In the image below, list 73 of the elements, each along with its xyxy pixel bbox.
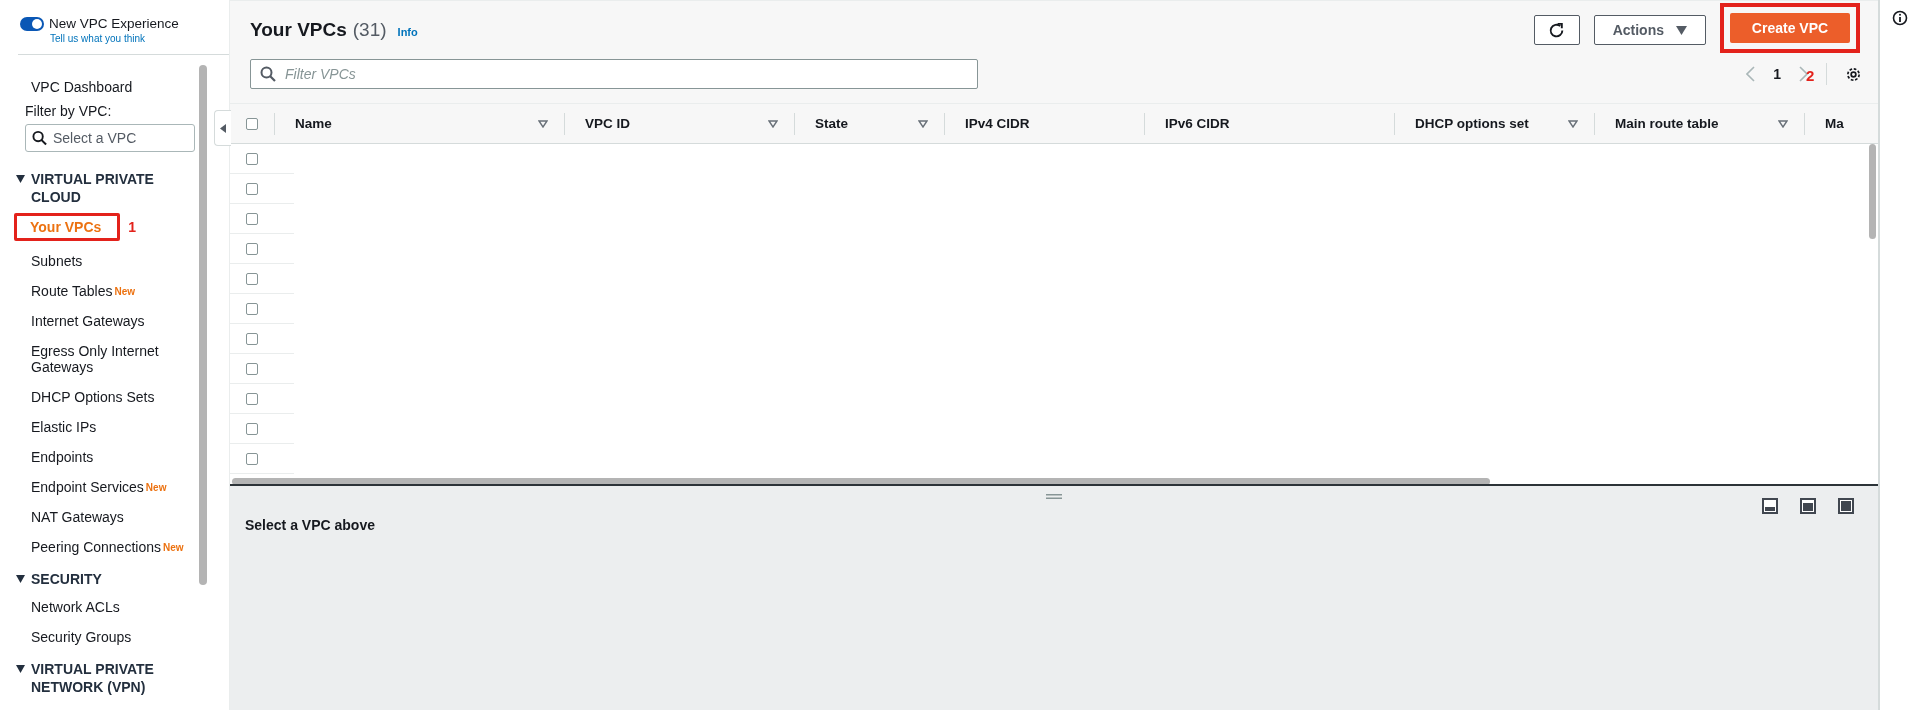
section-heading[interactable]: VIRTUAL PRIVATE CLOUD	[31, 170, 176, 206]
annotation-number: 1	[128, 219, 137, 235]
caret-down-icon[interactable]	[16, 665, 25, 673]
refresh-icon	[1548, 21, 1566, 39]
nav-link[interactable]: Subnets	[0, 246, 181, 276]
new-label: New	[114, 285, 136, 297]
column-header[interactable]: State	[794, 112, 944, 135]
new-label: New	[163, 541, 184, 553]
info-link[interactable]: Info	[397, 26, 418, 38]
nav-link[interactable]: VPC Dashboard	[0, 72, 181, 103]
caret-left-icon	[220, 123, 226, 133]
sort-icon[interactable]	[538, 119, 548, 128]
row-checkbox[interactable]	[246, 182, 258, 195]
column-header[interactable]: Main route table	[1594, 112, 1804, 135]
drag-handle-icon[interactable]	[1046, 494, 1062, 499]
feedback-link[interactable]: Tell us what you think	[50, 33, 229, 44]
row-checkbox[interactable]	[246, 272, 258, 285]
actions-button[interactable]: Actions	[1593, 15, 1706, 45]
nav-link[interactable]: Endpoints	[0, 442, 181, 472]
row-checkbox[interactable]	[246, 392, 258, 405]
toggle-label: New VPC Experience	[49, 16, 179, 31]
scrollbar-thumb[interactable]	[232, 477, 1490, 484]
caret-down-icon[interactable]	[16, 175, 25, 183]
row-checkbox[interactable]	[246, 242, 258, 255]
vpc-count: (31)	[352, 19, 387, 41]
annotation-number: 2	[1806, 67, 1815, 84]
nav-link[interactable]: Elastic IPs	[0, 412, 181, 442]
column-header[interactable]: IPv6 CIDR	[1144, 112, 1394, 135]
sort-icon[interactable]	[768, 119, 778, 128]
column-header[interactable]: Ma	[1804, 112, 1864, 135]
collapse-button[interactable]	[214, 110, 231, 146]
nav-link[interactable]: Internet Gateways	[0, 306, 181, 336]
panel-medium-icon[interactable]	[1800, 498, 1816, 514]
chevron-right-icon[interactable]	[1799, 66, 1808, 82]
nav-link[interactable]: Egress Only Internet Gateways	[0, 336, 181, 382]
refresh-button[interactable]	[1533, 15, 1580, 45]
row-checkbox[interactable]	[246, 452, 258, 465]
caret-down-icon[interactable]	[16, 575, 25, 583]
nav-link[interactable]: Network ACLs	[0, 592, 181, 622]
page-number[interactable]: 1	[1773, 66, 1781, 82]
new-label: New	[145, 481, 167, 493]
select-all-checkbox[interactable]	[246, 117, 258, 130]
section-heading[interactable]: SECURITY	[31, 570, 102, 588]
row-checkbox[interactable]	[246, 362, 258, 375]
row-checkbox[interactable]	[246, 332, 258, 345]
row-checkbox[interactable]	[246, 302, 258, 315]
toggle-switch[interactable]	[20, 16, 44, 31]
info-icon[interactable]	[1892, 10, 1908, 26]
row-checkbox[interactable]	[246, 152, 258, 165]
scrollbar-thumb[interactable]	[199, 65, 207, 585]
row-checkbox[interactable]	[246, 422, 258, 435]
section-heading[interactable]: VIRTUAL PRIVATE NETWORK (VPN)	[31, 660, 176, 696]
column-header[interactable]: Name	[274, 112, 564, 135]
nav-link[interactable]: Security Groups	[0, 622, 181, 652]
column-header[interactable]: DHCP options set	[1394, 112, 1594, 135]
settings-icon[interactable]	[1845, 65, 1862, 83]
page-title: Your VPCs	[250, 19, 347, 41]
filter-label: Filter by VPC:	[24, 103, 113, 121]
scrollbar-thumb[interactable]	[1869, 144, 1876, 239]
nav-link[interactable]: DHCP Options Sets	[0, 382, 181, 412]
row-checkbox[interactable]	[246, 212, 258, 225]
panel-large-icon[interactable]	[1838, 498, 1854, 514]
sort-icon[interactable]	[1568, 119, 1578, 128]
sort-icon[interactable]	[1778, 119, 1788, 128]
vpc-filter-field[interactable]: Select a VPC	[25, 124, 195, 152]
column-header[interactable]: IPv4 CIDR	[944, 112, 1144, 135]
panel-small-icon[interactable]	[1762, 498, 1778, 514]
filter-field[interactable]: Filter VPCs	[250, 59, 978, 89]
details-message: Select a VPC above	[245, 517, 375, 533]
column-header[interactable]: VPC ID	[564, 112, 794, 135]
caret-down-icon	[1676, 25, 1687, 35]
nav-link[interactable]: NAT Gateways	[0, 502, 181, 532]
sort-icon[interactable]	[918, 119, 928, 128]
